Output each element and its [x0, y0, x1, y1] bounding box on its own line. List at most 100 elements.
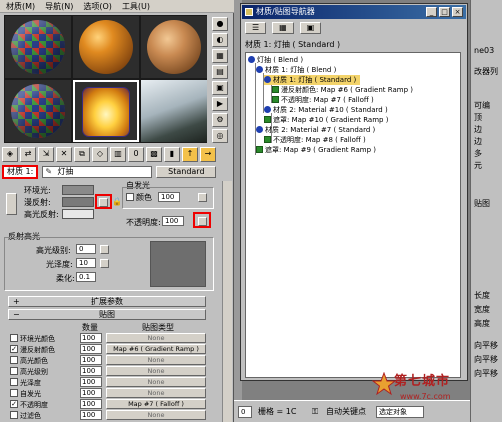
- map-button[interactable]: Map #7 ( Falloff ): [106, 399, 206, 409]
- map-button[interactable]: None: [106, 388, 206, 398]
- map-square-icon: [272, 96, 279, 103]
- spec-level-map-button[interactable]: [100, 245, 109, 254]
- strip-label[interactable]: 边: [474, 136, 482, 147]
- map-button[interactable]: None: [106, 366, 206, 376]
- navigator-title-bar[interactable]: 材质/贴图导航器 _ □ ×: [242, 5, 466, 19]
- minimize-button[interactable]: _: [426, 7, 437, 17]
- strip-label[interactable]: 可编: [474, 100, 490, 111]
- show-end-result-icon[interactable]: ▮: [164, 146, 180, 162]
- view-large-icon[interactable]: ▣: [299, 22, 322, 34]
- key-icon[interactable]: ⚿: [312, 406, 318, 418]
- assign-material-icon[interactable]: ⇲: [38, 146, 54, 162]
- uv-tiling-icon[interactable]: ▤: [212, 65, 228, 79]
- reset-icon[interactable]: ✕: [56, 146, 72, 162]
- sample-slot-6[interactable]: [141, 80, 207, 142]
- map-amount[interactable]: 100: [80, 366, 102, 376]
- specular-swatch[interactable]: [62, 209, 94, 219]
- map-checkbox[interactable]: ✓: [10, 400, 18, 408]
- tree-node[interactable]: 不透明度: Map #7 ( Falloff ): [272, 95, 374, 105]
- map-checkbox[interactable]: [10, 378, 18, 386]
- map-checkbox[interactable]: [10, 411, 18, 419]
- eyedropper-icon[interactable]: ✎: [45, 167, 52, 177]
- tree-node[interactable]: 材质 2: Material #7 ( Standard ): [256, 125, 375, 135]
- maps-rollout[interactable]: − 贴图: [8, 309, 206, 320]
- map-amount[interactable]: 100: [80, 377, 102, 387]
- options-icon[interactable]: ⚙: [212, 113, 228, 127]
- menu-navigation[interactable]: 导航(N): [45, 1, 73, 12]
- map-button[interactable]: None: [106, 377, 206, 387]
- video-check-icon[interactable]: ▣: [212, 81, 228, 95]
- tree-node[interactable]: 材质 1: 灯抽 ( Blend ): [256, 65, 336, 75]
- make-unique-icon[interactable]: ◇: [92, 146, 108, 162]
- tree-node[interactable]: 材质 2: Material #10 ( Standard ): [264, 105, 388, 115]
- soften-value[interactable]: 0.1: [76, 272, 96, 282]
- sample-slot-4[interactable]: [5, 80, 71, 142]
- backlight-icon[interactable]: ◐: [212, 33, 228, 47]
- auto-key-button[interactable]: 自动关键点: [326, 406, 366, 418]
- copy-material-icon[interactable]: ⧉: [74, 146, 90, 162]
- menu-utilities[interactable]: 工具(U): [122, 1, 150, 12]
- extended-params-rollout[interactable]: + 扩展参数: [8, 296, 206, 307]
- map-amount[interactable]: 100: [80, 355, 102, 365]
- tree-node[interactable]: 遮罩: Map #10 ( Gradient Ramp ): [264, 115, 388, 125]
- view-list-icon[interactable]: ☰: [245, 22, 267, 34]
- go-to-parent-icon[interactable]: ↑: [182, 146, 198, 162]
- make-preview-icon[interactable]: ▶: [212, 97, 228, 111]
- select-by-material-icon[interactable]: ◎: [212, 129, 228, 143]
- map-button[interactable]: None: [106, 333, 206, 343]
- map-amount[interactable]: 100: [80, 344, 102, 354]
- strip-label[interactable]: 多: [474, 148, 482, 159]
- close-button[interactable]: ×: [452, 7, 463, 17]
- lock-ambient-diffuse-icon[interactable]: [6, 193, 17, 215]
- map-button[interactable]: Map #6 ( Gradient Ramp ): [106, 344, 206, 354]
- map-amount[interactable]: 100: [80, 410, 102, 420]
- map-amount[interactable]: 100: [80, 333, 102, 343]
- map-checkbox[interactable]: [10, 356, 18, 364]
- self-illum-color-checkbox[interactable]: [126, 193, 134, 201]
- spec-level-value[interactable]: 0: [76, 244, 96, 254]
- tree-node[interactable]: 灯抽 ( Blend ): [248, 55, 303, 65]
- sample-slot-1[interactable]: [5, 16, 71, 78]
- show-map-icon[interactable]: ▩: [146, 146, 162, 162]
- menu-options[interactable]: 选项(O): [83, 1, 112, 12]
- material-type-button[interactable]: Standard: [156, 166, 217, 178]
- tree-node-selected[interactable]: 材质 1: 灯抽 ( Standard ): [264, 75, 361, 85]
- map-checkbox[interactable]: [10, 389, 18, 397]
- sample-slot-3[interactable]: [141, 16, 207, 78]
- sample-type-icon[interactable]: ●: [212, 17, 228, 31]
- menu-material[interactable]: 材质(M): [6, 1, 35, 12]
- strip-label[interactable]: 元: [474, 160, 482, 171]
- sample-slot-5[interactable]: [73, 80, 139, 142]
- tree-node[interactable]: 不透明度: Map #8 ( Falloff ): [264, 135, 366, 145]
- put-to-scene-icon[interactable]: ⇄: [20, 146, 36, 162]
- strip-label[interactable]: 边: [474, 124, 482, 135]
- opacity-value[interactable]: 100: [162, 216, 184, 226]
- map-amount[interactable]: 100: [80, 388, 102, 398]
- map-checkbox[interactable]: ✓: [10, 345, 18, 353]
- map-amount[interactable]: 100: [80, 399, 102, 409]
- get-material-icon[interactable]: ◈: [2, 146, 18, 162]
- material-name-field[interactable]: ✎ 灯抽: [42, 166, 153, 178]
- ambient-swatch[interactable]: [62, 185, 94, 195]
- status-value-box[interactable]: 0: [238, 406, 252, 418]
- background-icon[interactable]: ▦: [212, 49, 228, 63]
- self-illum-value[interactable]: 100: [158, 192, 180, 202]
- glossiness-value[interactable]: 10: [76, 258, 96, 268]
- map-button[interactable]: None: [106, 355, 206, 365]
- go-forward-icon[interactable]: →: [200, 146, 216, 162]
- sample-slot-2[interactable]: [73, 16, 139, 78]
- self-illum-map-button[interactable]: [198, 193, 207, 202]
- tree-node[interactable]: 遮罩: Map #9 ( Gradient Ramp ): [256, 145, 376, 155]
- view-thumbnail-icon[interactable]: ▦: [272, 22, 294, 34]
- glossiness-map-button[interactable]: [100, 259, 109, 268]
- maximize-button[interactable]: □: [439, 7, 450, 17]
- strip-label[interactable]: 顶: [474, 112, 482, 123]
- panel-scrollbar[interactable]: [222, 181, 232, 422]
- diffuse-swatch[interactable]: [62, 197, 94, 207]
- material-effects-icon[interactable]: 0: [128, 146, 144, 162]
- put-to-library-icon[interactable]: ▥: [110, 146, 126, 162]
- map-button[interactable]: None: [106, 410, 206, 420]
- map-checkbox[interactable]: [10, 334, 18, 342]
- map-checkbox[interactable]: [10, 367, 18, 375]
- tree-node[interactable]: 漫反射颜色: Map #6 ( Gradient Ramp ): [272, 85, 413, 95]
